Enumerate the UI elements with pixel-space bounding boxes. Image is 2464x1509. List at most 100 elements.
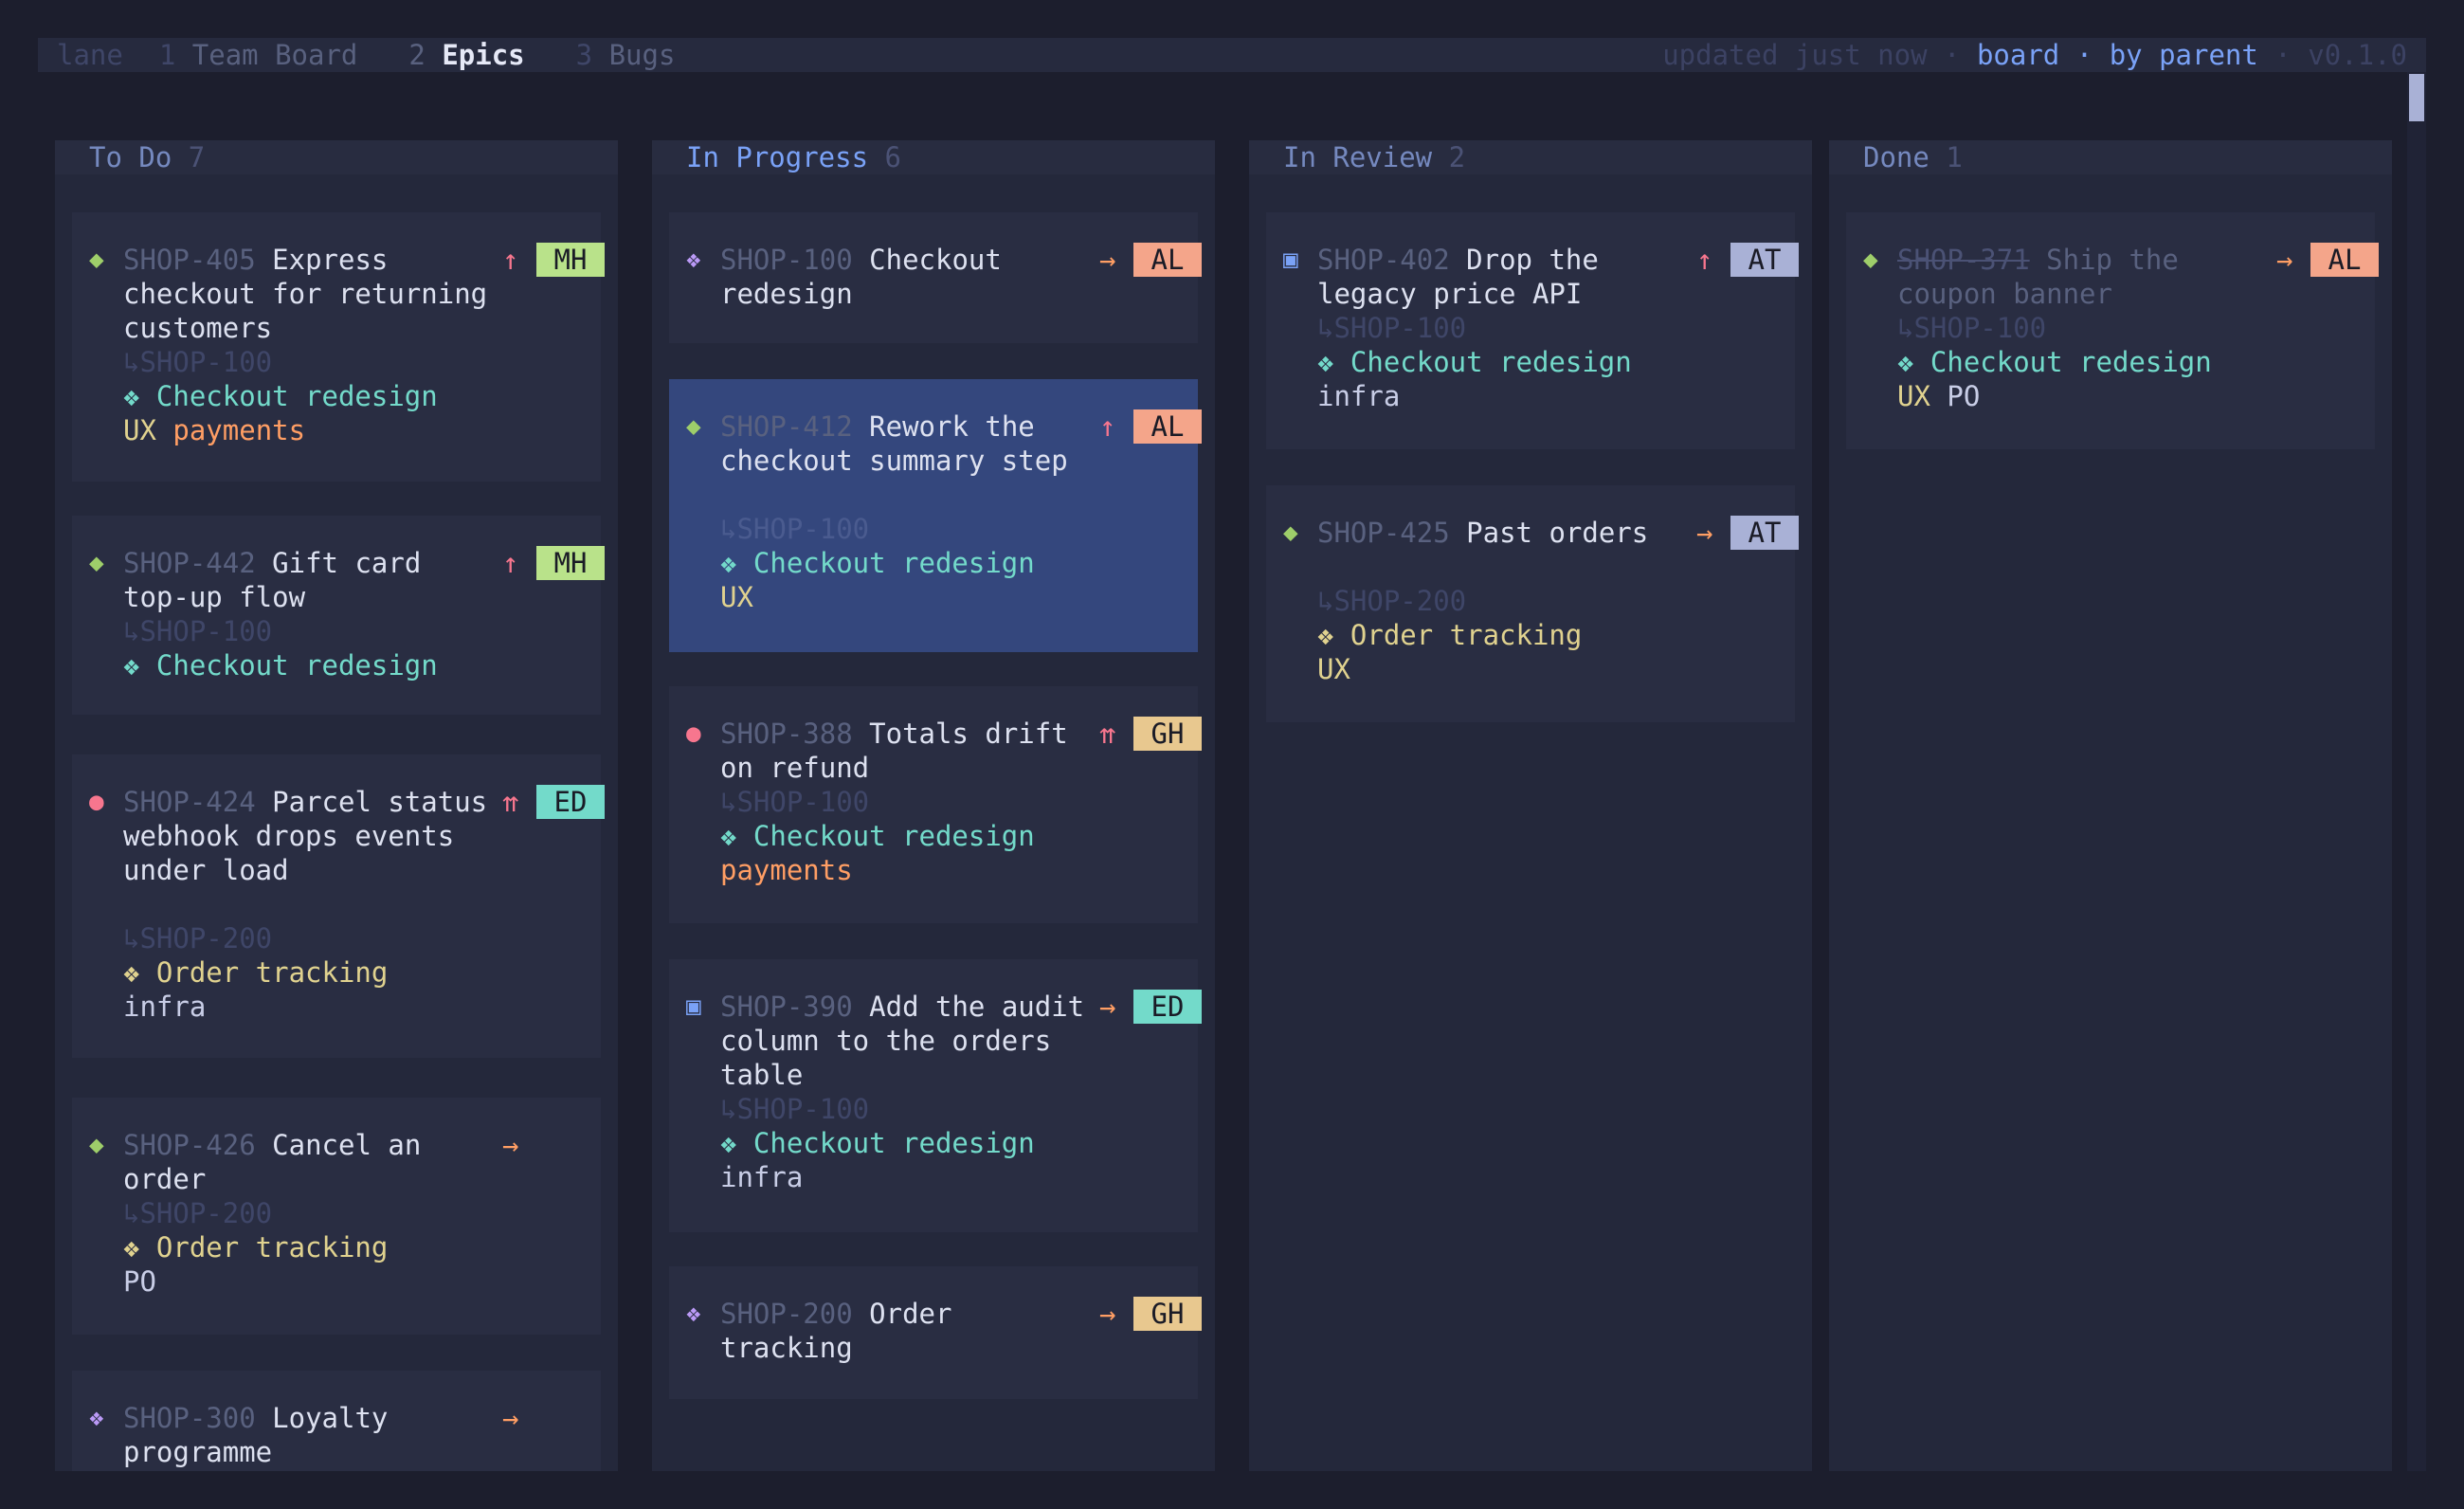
issue-key[interactable]: SHOP-405 — [123, 244, 256, 276]
tab-label: Team Board — [191, 39, 358, 71]
scrollbar-thumb[interactable] — [2409, 74, 2424, 121]
task-square-icon: ▣ — [1283, 245, 1298, 274]
epic-link[interactable]: ❖ Checkout redesign — [686, 819, 1181, 853]
column-header[interactable]: In Review 2 — [1249, 140, 1812, 174]
column-title: Done — [1863, 141, 1930, 173]
issue-key[interactable]: SHOP-424 — [123, 786, 256, 818]
issue-key[interactable]: SHOP-388 — [720, 718, 853, 750]
tab-epics[interactable]: 2 Epics — [408, 38, 524, 72]
issue-card[interactable]: ▣ SHOP-402 Drop the legacy price API ↑ AT ↳S… — [1266, 212, 1799, 449]
issue-card[interactable]: ◆ SHOP-426 Cancel an order → ↳SHOP-200 ❖ Ord… — [72, 1098, 601, 1335]
card-header-row: ◆ SHOP-425 Past orders → AT — [1283, 516, 1799, 550]
tab-number: 2 — [408, 39, 426, 71]
card-spacer — [1283, 550, 1778, 584]
card-header-row: ● SHOP-388 Totals drift on refund ⇈ GH — [686, 717, 1202, 785]
card-content: ◆ SHOP-425 Past orders → AT ↳SHOP-200 ❖ Order… — [1283, 516, 1799, 686]
label-row: UX PO — [1863, 379, 2358, 413]
issue-card[interactable]: ◆ SHOP-425 Past orders → AT ↳SHOP-200 ❖ Order… — [1266, 485, 1799, 722]
column-header[interactable]: Done 1 — [1829, 140, 2392, 174]
assignee-badge[interactable]: MH — [536, 546, 605, 580]
parent-link[interactable]: ↳SHOP-200 — [89, 1196, 584, 1230]
issue-card[interactable]: ◆ SHOP-442 Gift card top-up flow ↑ MH ↳SHOP-… — [72, 516, 605, 715]
epic-link[interactable]: ❖ Checkout redesign — [1863, 345, 2358, 379]
story-diamond-icon: ◆ — [686, 412, 701, 441]
parent-link[interactable]: ↳SHOP-100 — [1863, 311, 2358, 345]
assignee-badge[interactable]: AT — [1730, 516, 1799, 550]
priority-icon: ↑ — [1099, 410, 1116, 443]
column-to-do: To Do 7 ◆ SHOP-405 Express checkout for r… — [55, 140, 618, 1471]
scrollbar-track[interactable] — [2407, 72, 2426, 1471]
card-header-row: ❖ SHOP-300 Loyalty programme → — [89, 1401, 584, 1469]
issue-card[interactable]: ◆ SHOP-371 Ship the coupon banner → AL ↳SHOP… — [1846, 212, 2379, 449]
label-chip: payments — [172, 414, 306, 446]
issue-card[interactable]: ▣ SHOP-390 Add the audit column to the or… — [669, 959, 1202, 1232]
issue-card[interactable]: ● SHOP-388 Totals drift on refund ⇈ GH ↳SHOP… — [669, 686, 1202, 923]
assignee-badge[interactable]: AL — [2310, 243, 2379, 277]
priority-icon: ⇈ — [502, 786, 519, 818]
assignee-badge[interactable]: AL — [1133, 243, 1202, 277]
story-diamond-icon: ◆ — [1283, 518, 1298, 547]
epic-link[interactable]: ❖ Checkout redesign — [89, 648, 584, 682]
issue-key[interactable]: SHOP-412 — [720, 410, 853, 443]
tab-bugs[interactable]: 3 Bugs — [576, 38, 676, 72]
assignee-badge[interactable]: MH — [536, 243, 605, 277]
parent-link[interactable]: ↳SHOP-100 — [89, 345, 584, 379]
epic-link[interactable]: ❖ Order tracking — [1283, 618, 1778, 652]
epic-link[interactable]: ❖ Checkout redesign — [1283, 345, 1778, 379]
issue-title-block: SHOP-424 Parcel status webhook drops eve… — [123, 785, 502, 887]
issue-card[interactable]: ❖ SHOP-200 Order tracking → GH — [669, 1266, 1202, 1399]
issue-key[interactable]: SHOP-371 — [1897, 244, 2030, 276]
epic-link[interactable]: ❖ Checkout redesign — [686, 546, 1181, 580]
separator: · — [2274, 39, 2292, 71]
assignee-badge[interactable]: AT — [1730, 243, 1799, 277]
issue-title-block: SHOP-100 Checkout redesign — [720, 243, 1099, 311]
issue-key[interactable]: SHOP-402 — [1317, 244, 1450, 276]
issue-card[interactable]: ◆ SHOP-412 Rework the checkout summary st… — [669, 379, 1202, 652]
label-row: UX — [1283, 652, 1778, 686]
epic-link[interactable]: ❖ Checkout redesign — [89, 379, 584, 413]
issue-key[interactable]: SHOP-200 — [720, 1298, 853, 1330]
issue-key[interactable]: SHOP-442 — [123, 547, 256, 579]
parent-link[interactable]: ↳SHOP-100 — [686, 512, 1181, 546]
view-mode[interactable]: board — [1977, 38, 2059, 72]
issue-title-block: SHOP-405 Express checkout for returning … — [123, 243, 502, 345]
parent-link[interactable]: ↳SHOP-200 — [89, 921, 584, 955]
assignee-badge[interactable]: ED — [536, 785, 605, 819]
parent-link[interactable]: ↳SHOP-100 — [89, 614, 584, 648]
issue-key[interactable]: SHOP-100 — [720, 244, 853, 276]
epic-icon: ❖ — [686, 245, 701, 274]
grouping-mode[interactable]: by parent — [2110, 38, 2258, 72]
epic-link[interactable]: ❖ Checkout redesign — [686, 1126, 1181, 1160]
issue-key[interactable]: SHOP-300 — [123, 1402, 256, 1434]
assignee-badge[interactable]: AL — [1133, 409, 1202, 444]
assignee-badge[interactable]: GH — [1133, 1297, 1202, 1331]
issue-title: Past orders — [1466, 517, 1649, 549]
tab-number: 1 — [158, 39, 176, 71]
card-header-row: ◆ SHOP-405 Express checkout for returning… — [89, 243, 605, 345]
parent-link[interactable]: ↳SHOP-100 — [686, 1092, 1181, 1126]
issue-key[interactable]: SHOP-425 — [1317, 517, 1450, 549]
epic-link[interactable]: ❖ Order tracking — [89, 1230, 584, 1264]
issue-card[interactable]: ❖ SHOP-100 Checkout redesign → AL — [669, 212, 1202, 343]
issue-key[interactable]: SHOP-426 — [123, 1129, 256, 1161]
label-row: infra — [686, 1160, 1181, 1194]
assignee-badge[interactable]: ED — [1133, 990, 1202, 1024]
column-header[interactable]: In Progress 6 — [652, 140, 1215, 174]
parent-link[interactable]: ↳SHOP-100 — [1283, 311, 1778, 345]
column-title: In Review — [1283, 141, 1433, 173]
card-content: ◆ SHOP-412 Rework the checkout summary st… — [686, 409, 1202, 614]
priority-icon: ↑ — [502, 547, 519, 579]
priority-icon: → — [502, 1402, 519, 1434]
issue-card[interactable]: ● SHOP-424 Parcel status webhook drops ev… — [72, 754, 605, 1058]
assignee-badge[interactable]: GH — [1133, 717, 1202, 751]
epic-link[interactable]: ❖ Order tracking — [89, 955, 584, 990]
issue-key[interactable]: SHOP-390 — [720, 991, 853, 1023]
card-content: ● SHOP-388 Totals drift on refund ⇈ GH ↳SHOP… — [686, 717, 1202, 887]
label-chip: PO — [123, 1265, 156, 1298]
issue-card[interactable]: ❖ SHOP-300 Loyalty programme → — [72, 1371, 601, 1471]
tab-team-board[interactable]: 1 Team Board — [159, 38, 358, 72]
parent-link[interactable]: ↳SHOP-100 — [686, 785, 1181, 819]
issue-card[interactable]: ◆ SHOP-405 Express checkout for returning… — [72, 212, 605, 482]
parent-link[interactable]: ↳SHOP-200 — [1283, 584, 1778, 618]
column-header[interactable]: To Do 7 — [55, 140, 618, 174]
